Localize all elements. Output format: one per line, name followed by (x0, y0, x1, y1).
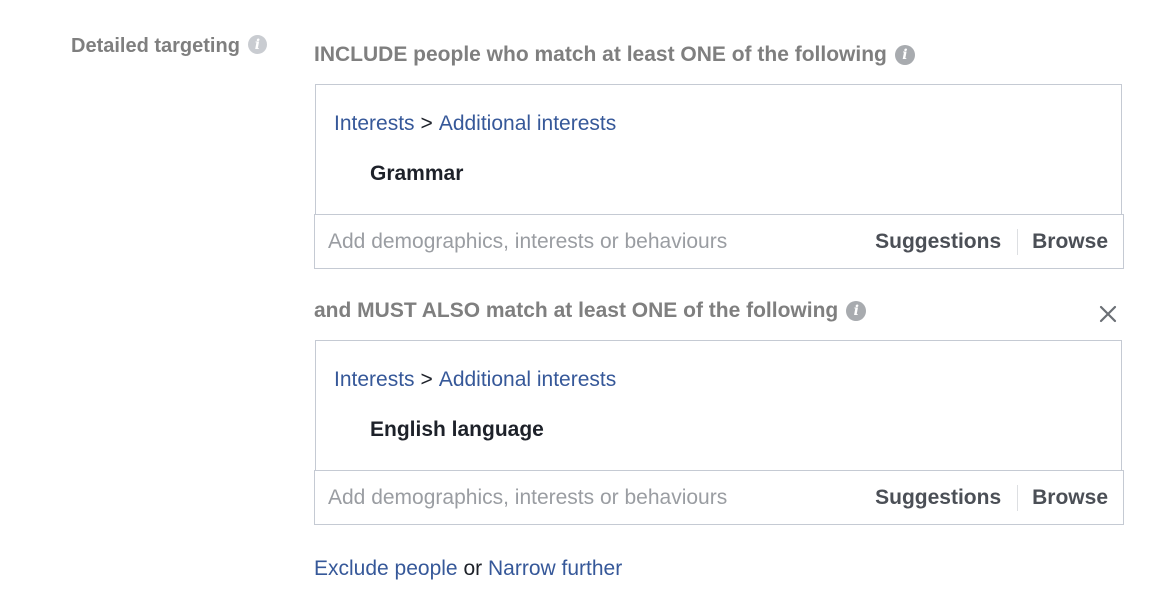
include-search-input[interactable] (315, 215, 876, 268)
action-divider (1017, 228, 1019, 255)
action-divider (1017, 484, 1019, 511)
narrow-search-input[interactable] (315, 471, 876, 524)
detailed-targeting-label-text: Detailed targeting (71, 35, 240, 57)
narrow-selection-box: Interests > Additional interests English l… (315, 340, 1122, 471)
browse-button[interactable]: Browse (1032, 486, 1108, 510)
breadcrumb-additional-interests-link[interactable]: Additional interests (439, 368, 616, 391)
info-icon[interactable]: i (894, 45, 915, 65)
selected-interest-tag[interactable]: Grammar (370, 162, 463, 186)
include-breadcrumb: Interests > Additional interests (334, 112, 616, 136)
remove-narrow-group-button[interactable] (1096, 302, 1120, 326)
selected-interest-tag[interactable]: English language (370, 418, 544, 442)
info-icon[interactable]: i (846, 301, 867, 321)
footer-or-text: or (463, 557, 483, 580)
detailed-targeting-label: Detailed targeting i (71, 35, 267, 58)
include-input-actions: Suggestions Browse (875, 215, 1123, 268)
include-group-heading-text: INCLUDE people who match at least ONE of… (314, 43, 887, 66)
narrow-search-row: Suggestions Browse (314, 470, 1124, 525)
include-search-row: Suggestions Browse (314, 214, 1124, 269)
breadcrumb-separator: > (420, 368, 433, 391)
close-icon (1099, 305, 1117, 323)
narrow-input-actions: Suggestions Browse (875, 471, 1123, 524)
breadcrumb-additional-interests-link[interactable]: Additional interests (439, 112, 616, 135)
breadcrumb-separator: > (420, 112, 433, 135)
suggestions-button[interactable]: Suggestions (875, 486, 1001, 510)
narrow-breadcrumb: Interests > Additional interests (334, 368, 616, 392)
suggestions-button[interactable]: Suggestions (875, 230, 1001, 254)
narrow-group-heading-text: and MUST ALSO match at least ONE of the … (314, 299, 839, 322)
browse-button[interactable]: Browse (1032, 230, 1108, 254)
include-group-heading: INCLUDE people who match at least ONE of… (314, 43, 915, 67)
exclude-people-link[interactable]: Exclude people (314, 557, 458, 580)
breadcrumb-interests-link[interactable]: Interests (334, 112, 415, 135)
info-icon[interactable]: i (247, 35, 267, 54)
breadcrumb-interests-link[interactable]: Interests (334, 368, 415, 391)
include-selection-box: Interests > Additional interests Grammar (315, 84, 1122, 215)
narrow-group-heading: and MUST ALSO match at least ONE of the … (314, 299, 867, 323)
targeting-footer: Exclude people or Narrow further (314, 557, 622, 581)
narrow-further-link[interactable]: Narrow further (488, 557, 622, 580)
